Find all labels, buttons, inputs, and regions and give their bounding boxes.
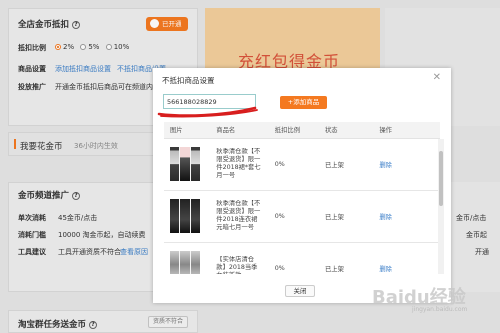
product-table: 图片 商品名 抵扣比例 状态 操作 秋季清仓款【不限受退货】限一件2018裙*套… [164, 122, 440, 274]
product-thumbnail [170, 199, 200, 233]
scrollbar-thumb[interactable] [439, 151, 443, 206]
add-product-button[interactable]: +添加商品 [280, 96, 327, 109]
column-header-action: 操作 [379, 122, 440, 139]
column-header-status: 状态 [324, 122, 380, 139]
product-name: 秋季清仓款【不限受退货】限一件2018裙*套七月一号 [216, 148, 261, 179]
delete-link[interactable]: 删除 [379, 214, 392, 221]
delete-link[interactable]: 删除 [379, 266, 392, 273]
table-scrollbar[interactable] [438, 139, 444, 274]
product-ratio: 0% [274, 242, 325, 274]
product-name: 【实体店清仓款】2018当季女装新款 [216, 256, 258, 274]
product-status: 已上架 [324, 190, 380, 243]
delete-link[interactable]: 删除 [379, 162, 392, 169]
close-button[interactable]: 关闭 [285, 285, 315, 297]
table-row: 【实体店清仓款】2018当季女装新款 0% 已上架 删除 [164, 242, 440, 274]
product-status: 已上架 [324, 138, 380, 191]
close-icon[interactable]: ✕ [433, 72, 441, 83]
table-row: 秋季清仓款【不限受退货】限一件2018连衣裙元暗七月一号 0% 已上架 删除 [164, 190, 440, 243]
product-ratio: 0% [274, 190, 325, 243]
product-id-input[interactable] [163, 94, 256, 109]
product-thumbnail [170, 147, 200, 181]
product-table-viewport: 图片 商品名 抵扣比例 状态 操作 秋季清仓款【不限受退货】限一件2018裙*套… [164, 122, 444, 274]
column-header-name: 商品名 [216, 122, 275, 139]
watermark-url: jingyan.baidu.com [412, 306, 468, 313]
product-ratio: 0% [274, 138, 325, 191]
modal-title: 不抵扣商品设置 [162, 76, 215, 85]
no-deduction-modal: 不抵扣商品设置 ✕ +添加商品 图片 商品名 抵扣比例 状态 操作 秋季清仓款【… [153, 68, 451, 303]
table-header-row: 图片 商品名 抵扣比例 状态 操作 [164, 122, 440, 139]
product-name: 秋季清仓款【不限受退货】限一件2018连衣裙元暗七月一号 [216, 200, 261, 231]
product-status: 已上架 [324, 242, 380, 274]
column-header-ratio: 抵扣比例 [274, 122, 325, 139]
table-row: 秋季清仓款【不限受退货】限一件2018裙*套七月一号 0% 已上架 删除 [164, 138, 440, 191]
column-header-image: 图片 [164, 122, 217, 139]
product-thumbnail [170, 251, 200, 274]
